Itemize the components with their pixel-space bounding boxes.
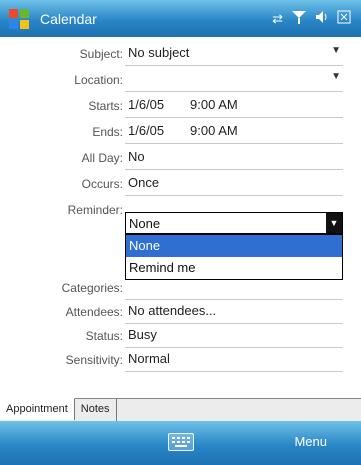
subject-label: Subject: — [79, 47, 123, 61]
occurs-label: Occurs: — [81, 177, 123, 191]
subject-row: Subject: No subject ▼ — [0, 43, 361, 67]
location-dropdown-icon[interactable]: ▼ — [331, 71, 341, 82]
ends-date-field[interactable]: 1/6/05 — [128, 123, 164, 138]
reminder-selected-value: None — [129, 216, 161, 231]
app-title: Calendar — [40, 10, 97, 27]
status-row: Status: Busy — [0, 325, 361, 349]
title-bar: Calendar ⇄ — [0, 0, 361, 37]
sensitivity-field[interactable]: Normal — [128, 351, 170, 366]
chevron-down-icon[interactable]: ▼ — [326, 213, 342, 233]
close-icon[interactable] — [337, 10, 351, 27]
categories-label: Categories: — [61, 281, 123, 295]
reminder-options-list: None Remind me — [125, 234, 343, 280]
categories-row: Categories: — [0, 277, 361, 301]
reminder-dropdown[interactable]: None ▼ — [125, 212, 343, 234]
starts-date-field[interactable]: 1/6/05 — [128, 97, 164, 112]
sensitivity-row: Sensitivity: Normal — [0, 349, 361, 373]
tab-appointment[interactable]: Appointment — [0, 398, 75, 420]
starts-label: Starts: — [88, 99, 123, 113]
location-row: Location: ▼ — [0, 69, 361, 93]
windows-start-icon[interactable] — [4, 4, 34, 34]
occurs-row: Occurs: Once — [0, 173, 361, 197]
signal-icon[interactable] — [291, 10, 307, 27]
attendees-row: Attendees: No attendees... — [0, 301, 361, 325]
reminder-label: Reminder: — [67, 203, 123, 217]
subject-field[interactable]: No subject — [128, 45, 189, 60]
tab-bar: Appointment Notes — [0, 398, 361, 421]
attendees-field[interactable]: No attendees... — [128, 303, 216, 318]
menu-bar: Menu — [0, 421, 361, 465]
attendees-label: Attendees: — [65, 305, 123, 319]
starts-row: Starts: 1/6/05 9:00 AM — [0, 95, 361, 119]
status-label: Status: — [85, 329, 123, 343]
all-day-field[interactable]: No — [128, 149, 145, 164]
reminder-option-remind-me[interactable]: Remind me — [126, 257, 342, 279]
sync-icon[interactable]: ⇄ — [272, 11, 283, 27]
sensitivity-label: Sensitivity: — [65, 353, 123, 367]
reminder-option-none[interactable]: None — [126, 235, 342, 257]
all-day-row: All Day: No — [0, 147, 361, 171]
starts-time-field[interactable]: 9:00 AM — [190, 97, 238, 112]
subject-dropdown-icon[interactable]: ▼ — [331, 45, 341, 56]
location-label: Location: — [74, 73, 123, 87]
ends-row: Ends: 1/6/05 9:00 AM — [0, 121, 361, 145]
all-day-label: All Day: — [81, 151, 123, 165]
tab-notes[interactable]: Notes — [75, 399, 117, 421]
occurs-field[interactable]: Once — [128, 175, 159, 190]
ends-label: Ends: — [92, 125, 123, 139]
ends-time-field[interactable]: 9:00 AM — [190, 123, 238, 138]
volume-icon[interactable] — [315, 10, 329, 27]
menu-button[interactable]: Menu — [294, 434, 327, 449]
status-field[interactable]: Busy — [128, 327, 157, 342]
keyboard-icon[interactable] — [168, 433, 194, 451]
